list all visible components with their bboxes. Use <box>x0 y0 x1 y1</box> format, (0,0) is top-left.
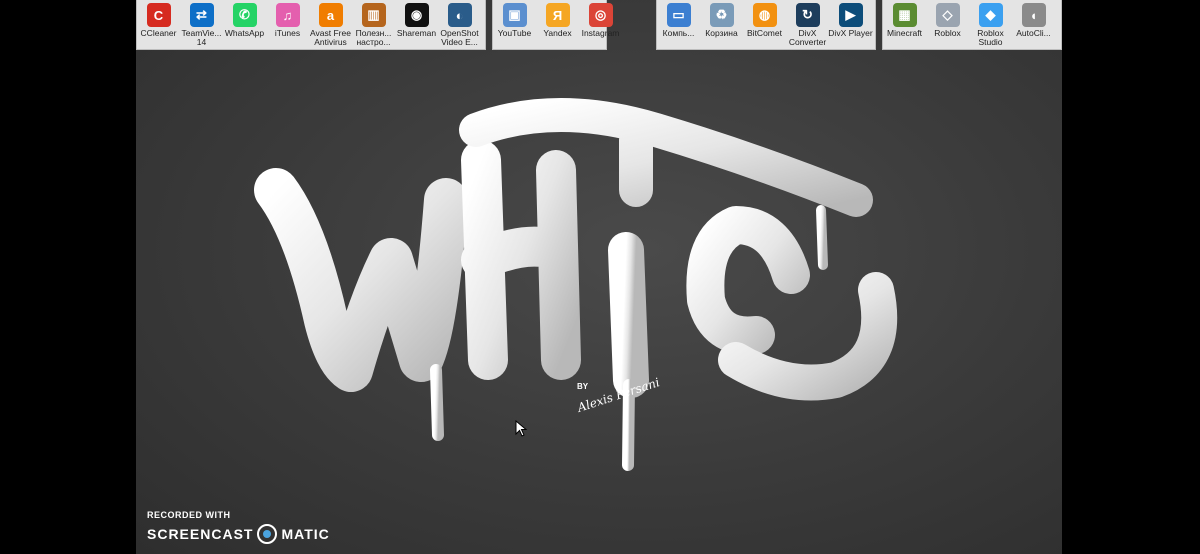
shortcut-label: DivX Converter <box>788 29 827 47</box>
shortcut-label: Компь... <box>662 29 695 38</box>
desktop-shortcut[interactable]: ▭ Компь... <box>657 0 700 49</box>
shortcut-label: BitComet <box>747 29 782 38</box>
desktop-shortcut[interactable]: ◎ Instagram <box>579 0 622 49</box>
shortcut-label: iTunes <box>274 29 301 38</box>
desktop-shortcut[interactable]: ↻ DivX Converter <box>786 0 829 49</box>
shortcut-label: TeamVie... 14 <box>181 29 222 47</box>
itunes-icon: ♫ <box>275 3 300 27</box>
shortcut-label: Roblox Studio <box>977 29 1004 47</box>
shortcut-label: Minecraft <box>887 29 922 38</box>
desktop-shortcut[interactable]: ◖ AutoCli... <box>1012 0 1055 49</box>
shortcut-label: OpenShot Video E... <box>440 29 479 47</box>
shortcut-label: Yandex <box>543 29 572 38</box>
artwork-byline: BY <box>577 382 589 391</box>
shortcut-label: YouTube <box>497 29 532 38</box>
youtube-icon: ▣ <box>502 3 527 27</box>
mouse-icon: ◖ <box>1021 3 1046 27</box>
whatsapp-icon: ✆ <box>232 3 257 27</box>
shortcut-label: Shareman <box>396 29 437 38</box>
computer-icon: ▭ <box>666 3 691 27</box>
shortcut-label: DivX Player <box>828 29 873 38</box>
toolbar-group-2: ▣ YouTube Я Yandex ◎ Instagram <box>492 0 619 50</box>
desktop[interactable]: BY Alexis Persani C CCleaner ⇄ TeamVie... 1… <box>136 0 1062 554</box>
desktop-shortcut[interactable]: ◆ Roblox Studio <box>969 0 1012 49</box>
roblox-studio-icon: ◆ <box>978 3 1003 27</box>
desktop-shortcut[interactable]: ◉ Shareman <box>395 0 438 49</box>
watermark-recorded-with: RECORDED WITH <box>147 510 231 520</box>
divx-converter-icon: ↻ <box>795 3 820 27</box>
desktop-shortcut[interactable]: ◍ BitComet <box>743 0 786 49</box>
watermark-brand-right: MATIC <box>281 526 330 542</box>
teamviewer-icon: ⇄ <box>189 3 214 27</box>
shortcut-label: Полезн... настро... <box>355 29 392 47</box>
desktop-shortcut[interactable]: ◇ Roblox <box>926 0 969 49</box>
toolbar-group-1: C CCleaner ⇄ TeamVie... 14 ✆ WhatsApp ♫ iTunes a… <box>136 0 486 50</box>
chrome-icon: ◎ <box>588 3 613 27</box>
desktop-shortcut[interactable]: ▦ Minecraft <box>883 0 926 49</box>
shortcut-label: Avast Free Antivirus <box>310 29 351 47</box>
yandex-icon: Я <box>545 3 570 27</box>
openshot-icon: ◐ <box>447 3 472 27</box>
toolbar-group-4: ▦ Minecraft ◇ Roblox ◆ Roblox Studio ◖ AutoCli.… <box>882 0 1062 50</box>
screencast-logo-icon <box>257 524 278 544</box>
shareman-icon: ◉ <box>404 3 429 27</box>
ccleaner-icon: C <box>146 3 171 27</box>
watermark-brand-left: SCREENCAST <box>147 526 254 542</box>
recycle-bin-icon: ♻ <box>709 3 734 27</box>
divx-player-icon: ▶ <box>838 3 863 27</box>
desktop-shortcut[interactable]: ♻ Корзина <box>700 0 743 49</box>
shortcut-label: WhatsApp <box>224 29 265 38</box>
wallpaper-artwork <box>254 98 898 501</box>
shortcut-label: AutoCli... <box>1016 29 1051 38</box>
desktop-shortcut[interactable]: ♫ iTunes <box>266 0 309 49</box>
desktop-shortcut[interactable]: ✆ WhatsApp <box>223 0 266 49</box>
roblox-icon: ◇ <box>935 3 960 27</box>
desktop-shortcut[interactable]: ▥ Полезн... настро... <box>352 0 395 49</box>
screencast-watermark: RECORDED WITH SCREENCAST MATIC <box>147 510 330 544</box>
mouse-cursor-icon <box>515 420 528 437</box>
bitcomet-icon: ◍ <box>752 3 777 27</box>
desktop-shortcut[interactable]: C CCleaner <box>137 0 180 49</box>
minecraft-icon: ▦ <box>892 3 917 27</box>
desktop-shortcut[interactable]: ⇄ TeamVie... 14 <box>180 0 223 49</box>
avast-icon: a <box>318 3 343 27</box>
desktop-shortcut[interactable]: Я Yandex <box>536 0 579 49</box>
desktop-shortcut[interactable]: ▣ YouTube <box>493 0 536 49</box>
shortcut-label: Корзина <box>705 29 738 38</box>
desktop-shortcut[interactable]: ◐ OpenShot Video E... <box>438 0 481 49</box>
shortcut-label: Instagram <box>581 29 620 38</box>
shortcut-label: Roblox <box>934 29 961 38</box>
desktop-shortcut[interactable]: a Avast Free Antivirus <box>309 0 352 49</box>
desktop-shortcut[interactable]: ▶ DivX Player <box>828 0 873 49</box>
shortcut-label: CCleaner <box>140 29 177 38</box>
folder-icon: ▥ <box>361 3 386 27</box>
toolbar-group-3: ▭ Компь... ♻ Корзина ◍ BitComet ↻ DivX Converte… <box>656 0 876 50</box>
